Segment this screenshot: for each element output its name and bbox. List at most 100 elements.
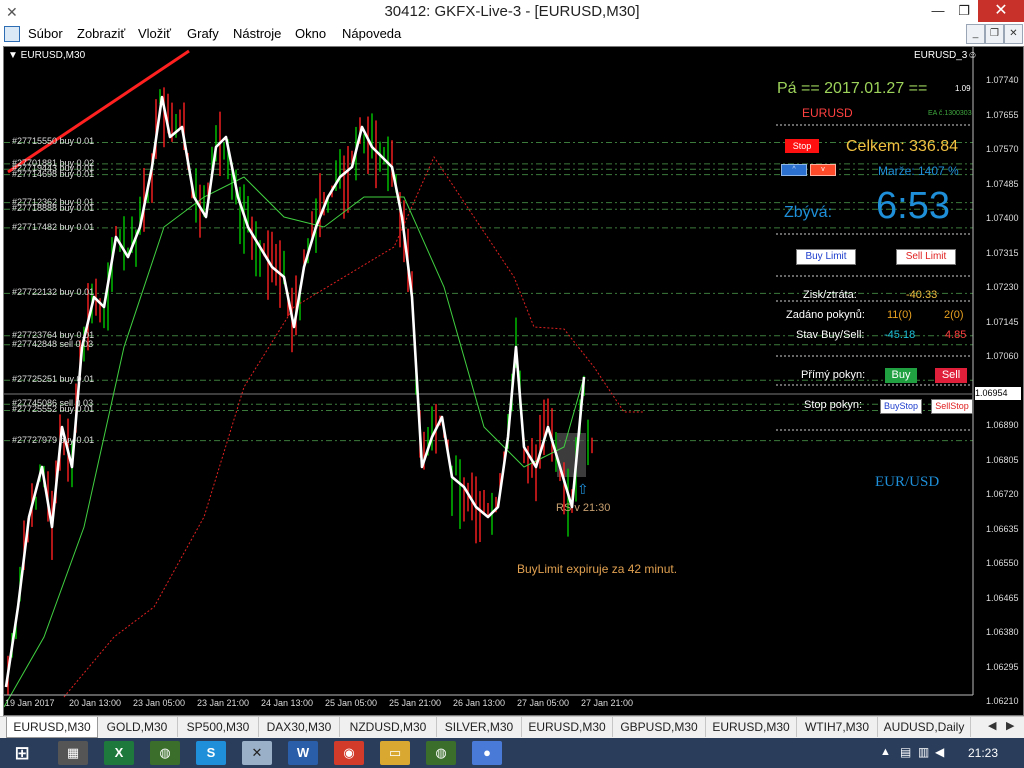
celkem-label: Celkem: 336.84: [846, 138, 959, 155]
time-tick: 27 Jan 21:00: [581, 698, 634, 708]
menu-zobrazit[interactable]: Zobraziť: [77, 26, 125, 41]
tab-scroll-left-icon[interactable]: ◀: [988, 719, 996, 732]
time-tick: 23 Jan 05:00: [133, 698, 186, 708]
minimize-button[interactable]: —: [924, 0, 952, 22]
arrow-down-button[interactable]: v: [810, 164, 836, 176]
price-tick: 1.07740: [986, 75, 1019, 85]
close-button[interactable]: ✕: [978, 0, 1024, 22]
price-chart[interactable]: ▼ EURUSD,M30 EURUSD_3☺ 1.07740 1.07655 1.0…: [3, 46, 1024, 716]
zadano-buy: 11(0): [887, 309, 912, 321]
symbol-label: EURUSD: [802, 106, 853, 120]
stav-label: Stav Buy/Sell:: [796, 329, 865, 341]
tab-eurusd-m30-3[interactable]: EURUSD,M30: [706, 717, 797, 737]
explorer-icon[interactable]: ▭: [380, 741, 410, 765]
order-label: #27725251 buy 0.01: [12, 374, 95, 385]
mdi-close-button[interactable]: ✕: [1004, 24, 1023, 44]
arrow-up-button[interactable]: ^: [781, 164, 807, 176]
word-icon[interactable]: W: [288, 741, 318, 765]
date-line: Pá == 2017.01.27 ==: [777, 80, 928, 97]
stav-sell: 4.85: [945, 329, 967, 341]
app-dots-icon[interactable]: ●: [472, 741, 502, 765]
tab-eurusd-m30[interactable]: EURUSD,M30: [6, 717, 98, 738]
chrome-icon[interactable]: ◉: [334, 741, 364, 765]
marze-label: Marže: 1407 %: [878, 164, 959, 178]
tab-gbpusd-m30[interactable]: GBPUSD,M30: [613, 717, 706, 737]
price-tick: 1.07315: [986, 247, 1019, 258]
tab-sp500-m30[interactable]: SP500,M30: [178, 717, 259, 737]
red-dotted-indicator: [63, 155, 644, 698]
time-tick: 23 Jan 21:00: [197, 698, 250, 708]
menu-subor[interactable]: Súbor: [28, 26, 63, 41]
white-price-line: [4, 95, 586, 688]
menu-vlozit[interactable]: Vložiť: [138, 26, 171, 41]
price-tick: 1.07145: [986, 316, 1019, 327]
zadano-label: Zadáno pokynů:: [786, 309, 865, 321]
excel-icon[interactable]: X: [104, 741, 134, 765]
zisk-value: -40.33: [906, 289, 938, 301]
buy-button[interactable]: Buy: [885, 368, 917, 383]
tab-silver-m30[interactable]: SILVER,M30: [437, 717, 522, 737]
zadano-sell: 2(0): [944, 309, 964, 321]
order-label: #27717482 buy 0.01: [12, 221, 95, 232]
restore-button[interactable]: ❐: [950, 0, 978, 22]
sell-button[interactable]: Sell: [935, 368, 967, 383]
taskbar-app-icon[interactable]: ▦: [58, 741, 88, 765]
mdi-restore-button[interactable]: ❐: [985, 24, 1004, 44]
time-tick: 27 Jan 05:00: [517, 698, 570, 708]
tray-keyboard-icon[interactable]: ▤: [900, 745, 911, 759]
metatrader-2-icon[interactable]: ◍: [426, 741, 456, 765]
menu-grafy[interactable]: Grafy: [187, 26, 219, 41]
ea-code-label: EA č.1300303: [928, 110, 972, 117]
buystop-button[interactable]: BuyStop: [880, 399, 922, 414]
taskbar: ⊞ ▦ X ◍ S ✕ W ◉ ▭ ◍ ● ▲ ▤ ▥ ◀ 21:23: [0, 738, 1024, 768]
price-tick: 1.06805: [986, 454, 1019, 465]
menu-nastroje[interactable]: Nástroje: [233, 26, 281, 41]
chart-symbol-label: ▼ EURUSD,M30: [8, 50, 86, 61]
sell-limit-button[interactable]: Sell Limit: [896, 249, 956, 265]
windows-start-icon[interactable]: ⊞: [4, 741, 40, 765]
buylimit-message: BuyLimit expiruje za 42 minut.: [517, 562, 678, 576]
window-title: 30412: GKFX-Live-3 - [EURUSD,M30]: [384, 3, 640, 20]
app-x-icon[interactable]: ✕: [242, 741, 272, 765]
tray-network-icon[interactable]: ▥: [918, 745, 929, 759]
menu-bar: Súbor Zobraziť Vložiť Grafy Nástroje Okn…: [0, 24, 1024, 44]
primy-label: Přímý pokyn:: [801, 369, 866, 381]
tab-nzdusd-m30[interactable]: NZDUSD,M30: [340, 717, 437, 737]
order-label: #27715550 buy 0.01: [12, 136, 95, 147]
red-trendline: [7, 49, 190, 174]
mdi-minimize-button[interactable]: _: [966, 24, 985, 44]
tray-volume-icon[interactable]: ◀: [935, 745, 944, 759]
tab-dax30-m30[interactable]: DAX30,M30: [259, 717, 340, 737]
document-icon: [4, 26, 20, 42]
tab-wtih7-m30[interactable]: WTIH7,M30: [797, 717, 878, 737]
order-label: #27718888 buy 0.01: [12, 203, 95, 214]
price-tick: 1.06465: [986, 592, 1019, 603]
time-tick: 25 Jan 21:00: [389, 698, 442, 708]
ea-label: EURUSD_3☺: [914, 50, 978, 61]
metatrader-icon[interactable]: ◍: [150, 741, 180, 765]
skype-icon[interactable]: S: [196, 741, 226, 765]
clock: 21:23: [968, 746, 999, 760]
price-tick: 1.07400: [986, 213, 1019, 223]
stop-button[interactable]: Stop: [785, 139, 819, 153]
time-tick: 20 Jan 13:00: [69, 698, 122, 708]
menu-napoveda[interactable]: Nápoveda: [342, 26, 401, 41]
tab-eurusd-m30-2[interactable]: EURUSD,M30: [522, 717, 613, 737]
tab-gold-m30[interactable]: GOLD,M30: [97, 717, 178, 737]
price-tick: 1.06550: [986, 558, 1019, 568]
current-price-label: 1.06954: [975, 387, 1021, 400]
tray-chevron-icon[interactable]: ▲: [880, 746, 891, 758]
time-tick: 19 Jan 2017: [5, 698, 55, 708]
tab-scroll-right-icon[interactable]: ▶: [1006, 719, 1014, 732]
price-tick: 1.06635: [986, 523, 1019, 534]
zbyva-time: 6:53: [876, 185, 950, 227]
price-tick: 1.06890: [986, 420, 1019, 430]
title-bar: ✕ 30412: GKFX-Live-3 - [EURUSD,M30] — ❐ …: [0, 0, 1024, 24]
price-tick: 1.07655: [986, 109, 1019, 120]
tab-audusd-daily[interactable]: AUDUSD,Daily: [878, 717, 971, 737]
buy-limit-button[interactable]: Buy Limit: [796, 249, 856, 265]
price-tick: 1.06720: [986, 489, 1019, 499]
menu-okno[interactable]: Okno: [295, 26, 326, 41]
price-tick: 1.06210: [986, 696, 1019, 706]
sellstop-button[interactable]: SellStop: [931, 399, 973, 414]
